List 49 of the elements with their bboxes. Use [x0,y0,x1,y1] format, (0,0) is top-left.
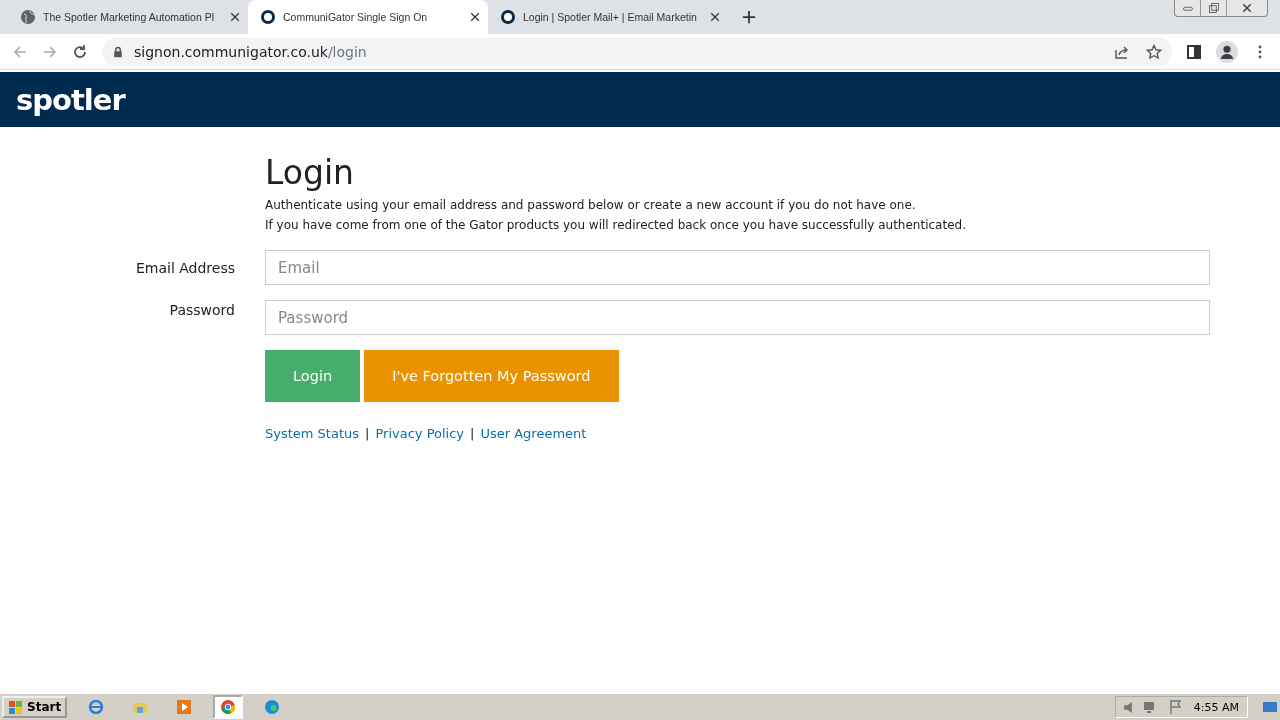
footer-link[interactable]: User Agreement [480,426,587,441]
back-arrow-icon [12,43,28,60]
new-tab-icon [742,10,756,24]
chrome-icon [220,699,237,715]
logo[interactable]: spotler [16,82,125,117]
star-icon [1146,43,1162,60]
profile-icon [1216,40,1238,63]
address-bar[interactable]: signon.communigator.co.uk/login [102,37,1172,66]
footer-link[interactable]: Privacy Policy [375,426,465,441]
close-icon [710,12,720,22]
start-button[interactable]: Start [2,696,68,718]
reload-icon [72,43,88,60]
close-icon [470,12,480,22]
speaker-icon [1123,701,1132,713]
separator: | [365,426,370,441]
tab-title: The Spotler Marketing Automation Pl [43,11,215,23]
url-path: /login [327,43,367,60]
globe-icon [20,9,36,25]
show-desktop-icon [1262,699,1278,715]
forward-arrow-icon [42,43,58,60]
password-field[interactable]: Password [265,300,1210,335]
ring-icon [500,9,516,25]
restore-icon [1207,2,1220,14]
clock: 4:55 AM [1193,700,1239,714]
tab-title: Login | Spotler Mail+ | Email Marketin [523,11,698,23]
intro-text: Authenticate using your email address and password below or create a new account if you do not have one. [265,198,917,212]
flag-icon [1167,699,1184,715]
close-icon [1241,2,1253,14]
page-title: Login [265,153,356,192]
browser-tab[interactable]: The Spotler Marketing Automation Pl [8,0,248,34]
email-field[interactable]: Email [265,250,1210,285]
field-label: Email Address [135,259,235,276]
ie-icon [88,699,105,715]
lock-icon [112,45,124,58]
intro-text: If you have come from one of the Gator products you will redirected back once you have successfully authenticated. [265,218,967,232]
ring-icon [260,9,276,25]
windows-logo-icon [8,699,24,715]
footer-link[interactable]: System Status [265,426,360,441]
browser-tab[interactable]: CommuniGator Single Sign On [248,0,488,34]
separator: | [470,426,475,441]
media-player-icon [176,699,193,715]
tab-title: CommuniGator Single Sign On [283,11,429,23]
taskbar-app[interactable] [213,695,244,719]
field-label: Password [169,302,235,318]
edge-icon [264,699,281,715]
browser-tab[interactable]: Login | Spotler Mail+ | Email Marketin [488,0,728,34]
url-host: signon.communigator.co.uk [134,43,328,60]
close-icon [230,12,240,22]
side-panel-icon [1186,43,1202,60]
